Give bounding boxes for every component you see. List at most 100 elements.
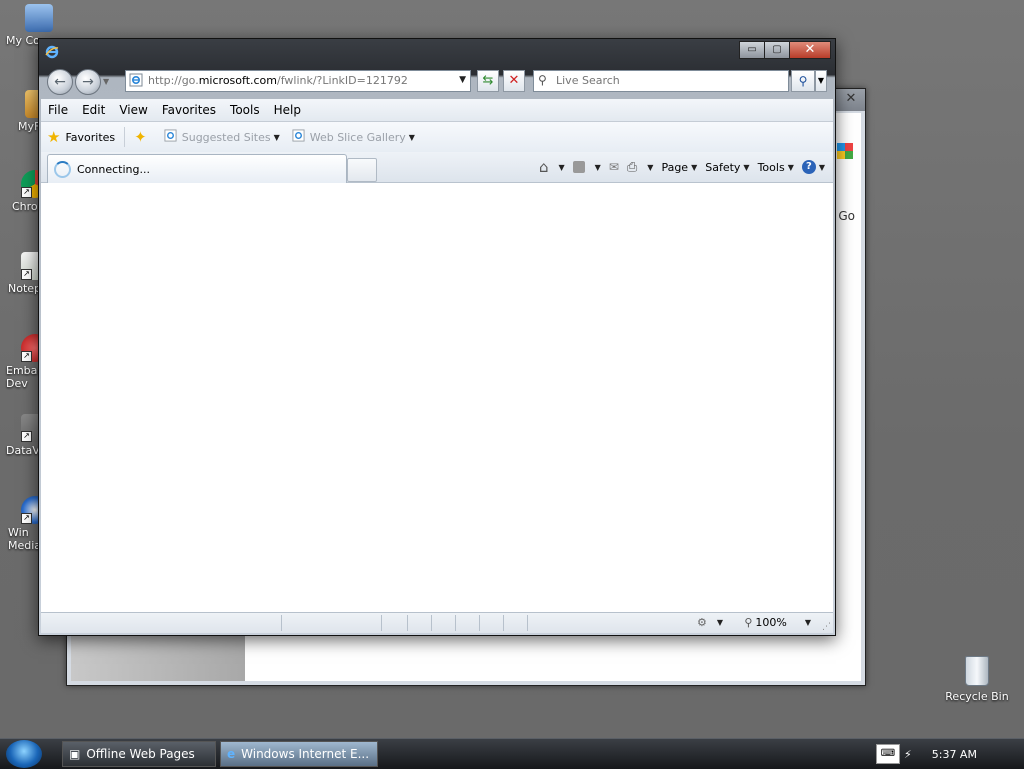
chevron-down-icon: ▼ xyxy=(787,162,794,172)
resize-grip-icon[interactable]: ⋰ xyxy=(822,622,831,632)
safety-menu-button[interactable]: Safety ▼ xyxy=(705,161,749,174)
taskbar-button-label: Offline Web Pages xyxy=(86,747,195,761)
windows-flag-icon xyxy=(837,143,853,159)
zoom-icon: ⚲ xyxy=(744,616,753,629)
add-favorite-icon: ✦ xyxy=(134,128,147,146)
add-to-favorites-bar-button[interactable]: ✦ xyxy=(128,125,158,149)
status-divider xyxy=(455,615,456,631)
suggested-sites-label: Suggested Sites xyxy=(181,130,271,144)
menu-bar: File Edit View Favorites Tools Help xyxy=(41,99,833,122)
address-url[interactable]: http://go.microsoft.com/fwlink/?LinkID=1… xyxy=(148,74,408,87)
system-tray: ⚡ 5:37 AM xyxy=(874,739,1024,769)
shortcut-arrow-icon: ↗ xyxy=(21,513,32,524)
chevron-down-icon: ▼ xyxy=(273,132,280,142)
chevron-down-icon: ▼ xyxy=(818,162,825,172)
new-tab-button[interactable] xyxy=(347,158,377,182)
forward-button[interactable]: → xyxy=(75,69,101,95)
loading-spinner-icon xyxy=(54,160,71,178)
taskbar: ▣ Offline Web Pages e Windows Internet E… xyxy=(0,738,1024,769)
chevron-down-icon: ▼ xyxy=(647,162,654,172)
page-content[interactable] xyxy=(41,183,833,613)
chevron-down-icon: ▼ xyxy=(558,162,565,172)
feeds-button[interactable]: ▼ xyxy=(572,161,601,173)
zoom-button[interactable]: ⚲ 100% ▼ xyxy=(744,616,811,629)
mail-icon: ✉ xyxy=(608,160,619,174)
status-divider xyxy=(281,615,282,631)
print-button[interactable]: ⎙ ▼ xyxy=(627,160,654,175)
status-divider xyxy=(381,615,382,631)
ie-page-icon xyxy=(164,129,177,145)
url-prefix: http://go. xyxy=(148,74,199,87)
tab-connecting[interactable]: Connecting... xyxy=(47,154,347,183)
protected-mode-button[interactable]: ⚙ ▼ xyxy=(697,616,723,629)
desktop-icon-label: Recycle Bin xyxy=(945,690,1009,703)
menu-view[interactable]: View xyxy=(112,103,154,117)
address-dropdown-icon[interactable]: ▼ xyxy=(459,75,466,85)
read-mail-button[interactable]: ✉ xyxy=(609,160,619,174)
back-button[interactable]: ← xyxy=(47,69,73,95)
protected-mode-icon: ⚙ xyxy=(696,616,707,629)
window-titlebar[interactable]: ▭ ▢ ✕ xyxy=(39,39,835,65)
background-gray-panel xyxy=(71,633,245,681)
taskbar-button-offline-web-pages[interactable]: ▣ Offline Web Pages xyxy=(62,741,216,767)
menu-favorites[interactable]: Favorites xyxy=(155,103,223,117)
favorites-label: Favorites xyxy=(65,130,116,144)
start-button[interactable] xyxy=(6,740,42,768)
clock[interactable]: 5:37 AM xyxy=(932,748,977,761)
recent-pages-dropdown[interactable]: ▼ xyxy=(103,77,109,86)
web-slice-gallery-link[interactable]: Web Slice Gallery ▼ xyxy=(286,125,421,149)
folder-window-icon: ▣ xyxy=(69,747,81,761)
web-slice-gallery-label: Web Slice Gallery xyxy=(309,130,406,144)
home-icon: ⌂ xyxy=(538,158,549,176)
menu-edit[interactable]: Edit xyxy=(75,103,112,117)
chevron-down-icon: ▼ xyxy=(594,162,601,172)
address-bar[interactable]: http://go.microsoft.com/fwlink/?LinkID=1… xyxy=(125,70,471,92)
close-icon[interactable]: ✕ xyxy=(843,91,859,107)
command-buttons: ⌂ ▼ ▼ ✉ ⎙ ▼ Page ▼ Safety ▼ Tools ▼ ? ▼ xyxy=(531,156,825,178)
shortcut-arrow-icon: ↗ xyxy=(21,431,32,442)
favorites-button[interactable]: ★ Favorites xyxy=(41,125,121,149)
status-divider xyxy=(407,615,408,631)
desktop-icon-recycle-bin[interactable]: Recycle Bin xyxy=(940,656,1014,703)
taskbar-button-label: Windows Internet E... xyxy=(241,747,370,761)
page-menu-button[interactable]: Page ▼ xyxy=(661,161,697,174)
search-options-dropdown[interactable]: ▼ xyxy=(815,70,827,92)
maximize-button[interactable]: ▢ xyxy=(764,41,790,59)
navigation-bar: ← → ▼ http://go.microsoft.com/fwlink/?Li… xyxy=(39,67,835,97)
computer-icon xyxy=(25,4,53,32)
menu-tools[interactable]: Tools xyxy=(223,103,267,117)
url-suffix: /fwlink/?LinkID=121792 xyxy=(277,74,408,87)
page-icon xyxy=(129,73,143,90)
refresh-button[interactable]: ⇆ xyxy=(477,70,499,92)
zoom-level: 100% xyxy=(755,616,787,629)
stop-button[interactable]: ✕ xyxy=(503,70,525,92)
chevron-down-icon: ▼ xyxy=(804,618,811,627)
minimize-button[interactable]: ▭ xyxy=(739,41,765,59)
menu-help[interactable]: Help xyxy=(267,103,308,117)
desktop: My Co MyF ↗ Chro ↗ Notep ↗ Embar Dev ↗ D… xyxy=(0,0,1024,738)
taskbar-button-internet-explorer[interactable]: e Windows Internet E... xyxy=(220,741,378,767)
close-button[interactable]: ✕ xyxy=(789,41,831,59)
menu-file[interactable]: File xyxy=(41,103,75,117)
favorites-bar: ★ Favorites ✦ Suggested Sites ▼ Web Slic… xyxy=(41,122,833,152)
network-icon[interactable]: ⚡ xyxy=(904,748,912,761)
help-button[interactable]: ? ▼ xyxy=(801,160,825,174)
recycle-bin-icon xyxy=(965,656,989,686)
rss-icon xyxy=(572,161,585,173)
search-icon: ⚲ xyxy=(538,73,547,87)
status-divider xyxy=(503,615,504,631)
divider xyxy=(124,127,126,147)
chevron-down-icon: ▼ xyxy=(716,618,723,627)
search-input[interactable] xyxy=(556,72,776,88)
url-domain: microsoft.com xyxy=(198,74,277,87)
internet-explorer-window[interactable]: ▭ ▢ ✕ ← → ▼ http://go.microsoft.com/fwli… xyxy=(38,38,836,636)
go-label[interactable]: Go xyxy=(838,209,855,223)
home-button[interactable]: ⌂ ▼ xyxy=(539,158,565,176)
suggested-sites-link[interactable]: Suggested Sites ▼ xyxy=(158,125,286,149)
caption-buttons: ▭ ▢ ✕ xyxy=(739,41,831,59)
tools-menu-button[interactable]: Tools ▼ xyxy=(758,161,794,174)
shortcut-arrow-icon: ↗ xyxy=(21,351,32,362)
search-button[interactable]: ⚲ xyxy=(791,70,815,92)
chevron-down-icon: ▼ xyxy=(743,162,750,172)
search-box[interactable]: ⚲ xyxy=(533,70,789,92)
